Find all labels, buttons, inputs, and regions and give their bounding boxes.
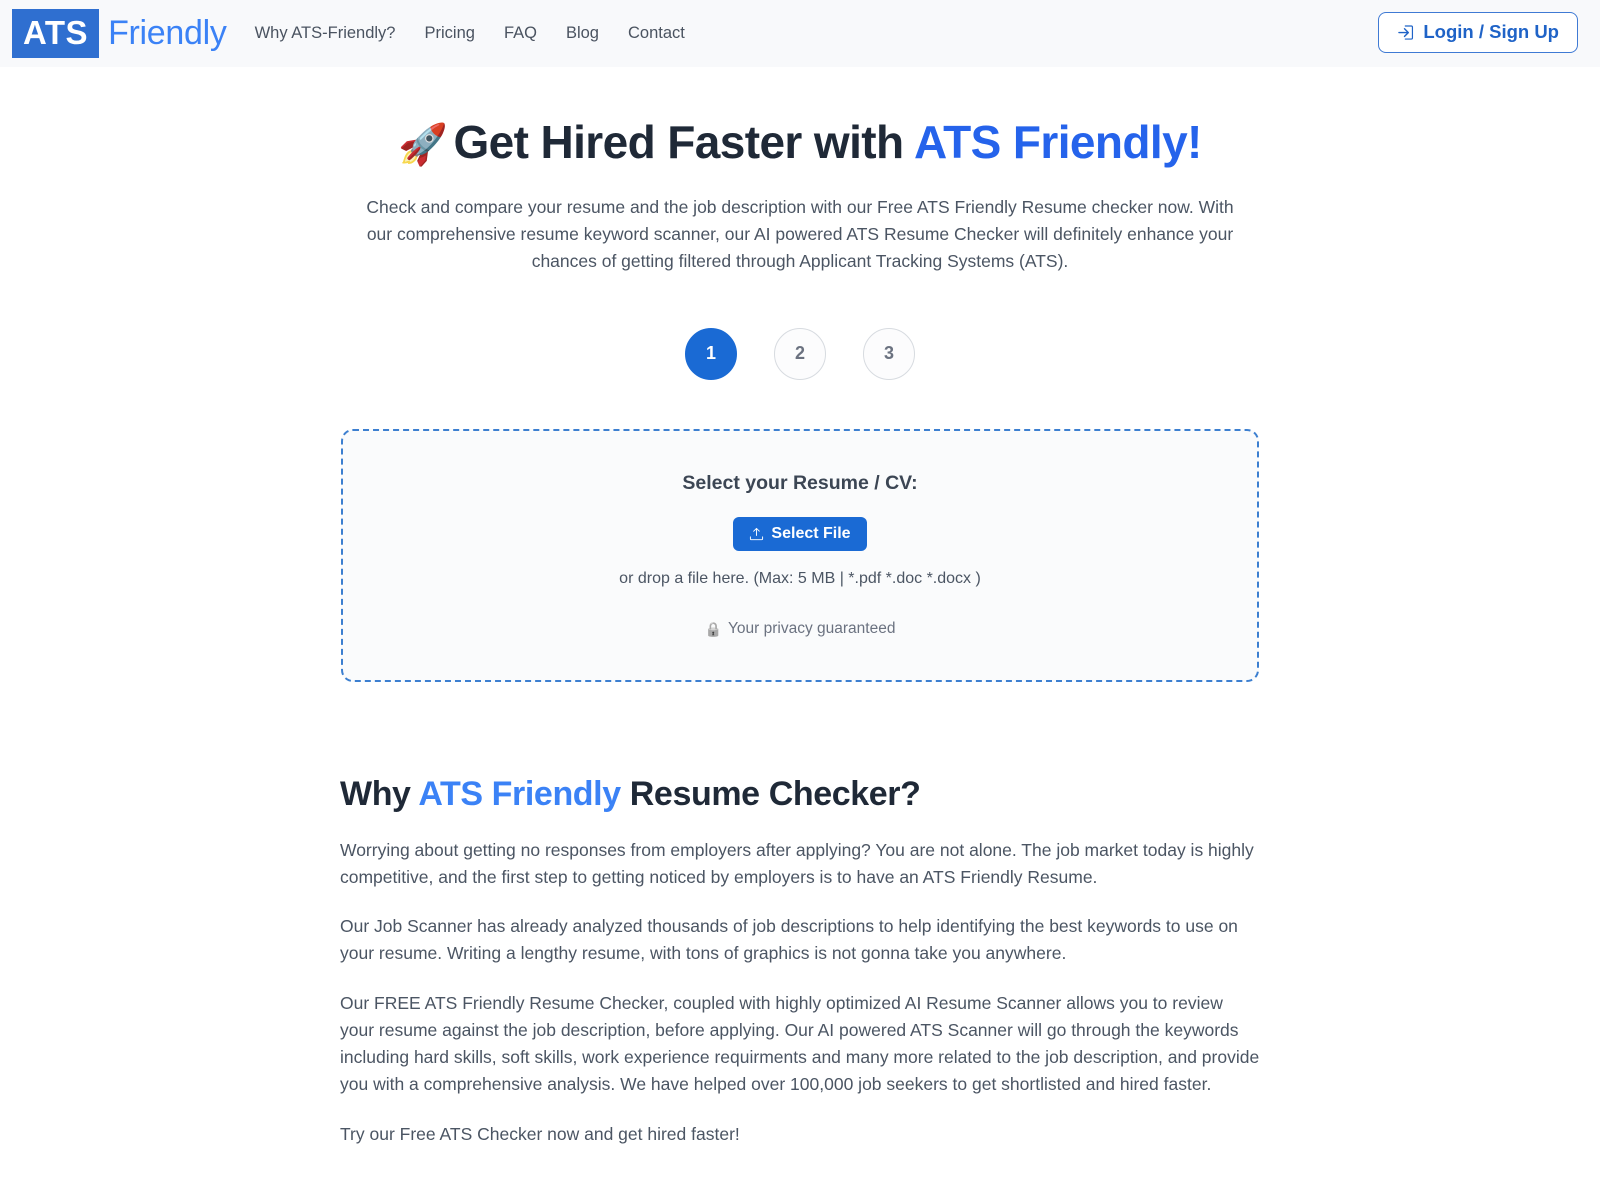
why-title-pre: Why <box>340 774 419 813</box>
step-3[interactable]: 3 <box>863 327 915 380</box>
logo-mark: ATS <box>12 9 100 58</box>
nav-link-faq[interactable]: FAQ <box>504 24 537 43</box>
dropzone-title: Select your Resume / CV: <box>682 472 918 495</box>
rocket-icon: 🚀 <box>398 123 448 167</box>
select-file-button[interactable]: Select File <box>733 517 867 552</box>
why-paragraph-2: Our Job Scanner has already analyzed tho… <box>340 916 1238 964</box>
nav-link-blog[interactable]: Blog <box>566 24 599 43</box>
resume-dropzone[interactable]: Select your Resume / CV: Select File or … <box>341 428 1259 682</box>
step-2[interactable]: 2 <box>774 327 826 380</box>
why-paragraph-1: Worrying about getting no responses from… <box>340 839 1254 887</box>
nav-link-why-ats-friendly[interactable]: Why ATS-Friendly? <box>255 24 396 43</box>
navbar: ATS Friendly Why ATS-Friendly? Pricing F… <box>0 0 1600 67</box>
content-section: Why ATS Friendly Resume Checker? Worryin… <box>340 682 1260 1200</box>
step-indicator: 1 2 3 <box>0 327 1600 380</box>
login-signup-button[interactable]: Login / Sign Up <box>1378 12 1578 53</box>
page-title-accent: ATS Friendly! <box>913 116 1202 168</box>
why-title-accent: ATS Friendly <box>418 774 621 813</box>
select-file-label: Select File <box>771 525 851 543</box>
lock-icon: 🔒 <box>704 620 722 637</box>
why-title-post: Resume Checker? <box>620 774 921 813</box>
upload-icon <box>749 527 764 542</box>
brand-logo[interactable]: ATS Friendly <box>12 9 227 58</box>
why-section-title: Why ATS Friendly Resume Checker? <box>340 775 1260 814</box>
step-1[interactable]: 1 <box>685 327 737 380</box>
hero-section: 🚀 Get Hired Faster with ATS Friendly! Che… <box>0 67 1600 276</box>
sign-in-arrow-icon <box>1397 23 1416 42</box>
page-title-main: Get Hired Faster with <box>453 116 914 168</box>
hero-subtitle: Check and compare your resume and the jo… <box>366 197 1234 272</box>
privacy-note-label: Your privacy guaranteed <box>727 620 896 638</box>
nav-link-contact[interactable]: Contact <box>628 24 685 43</box>
why-paragraph-3: Our FREE ATS Friendly Resume Checker, co… <box>340 993 1260 1095</box>
nav-link-pricing[interactable]: Pricing <box>425 24 475 43</box>
nav-links: Why ATS-Friendly? Pricing FAQ Blog Conta… <box>255 24 685 43</box>
dropzone-hint: or drop a file here. (Max: 5 MB | *.pdf … <box>619 570 981 588</box>
logo-word: Friendly <box>108 14 227 52</box>
why-paragraph-4: Try our Free ATS Checker now and get hir… <box>340 1124 740 1145</box>
privacy-note: 🔒 Your privacy guaranteed <box>705 620 896 638</box>
page-title: 🚀 Get Hired Faster with ATS Friendly! <box>0 115 1600 170</box>
login-signup-label: Login / Sign Up <box>1423 21 1559 43</box>
